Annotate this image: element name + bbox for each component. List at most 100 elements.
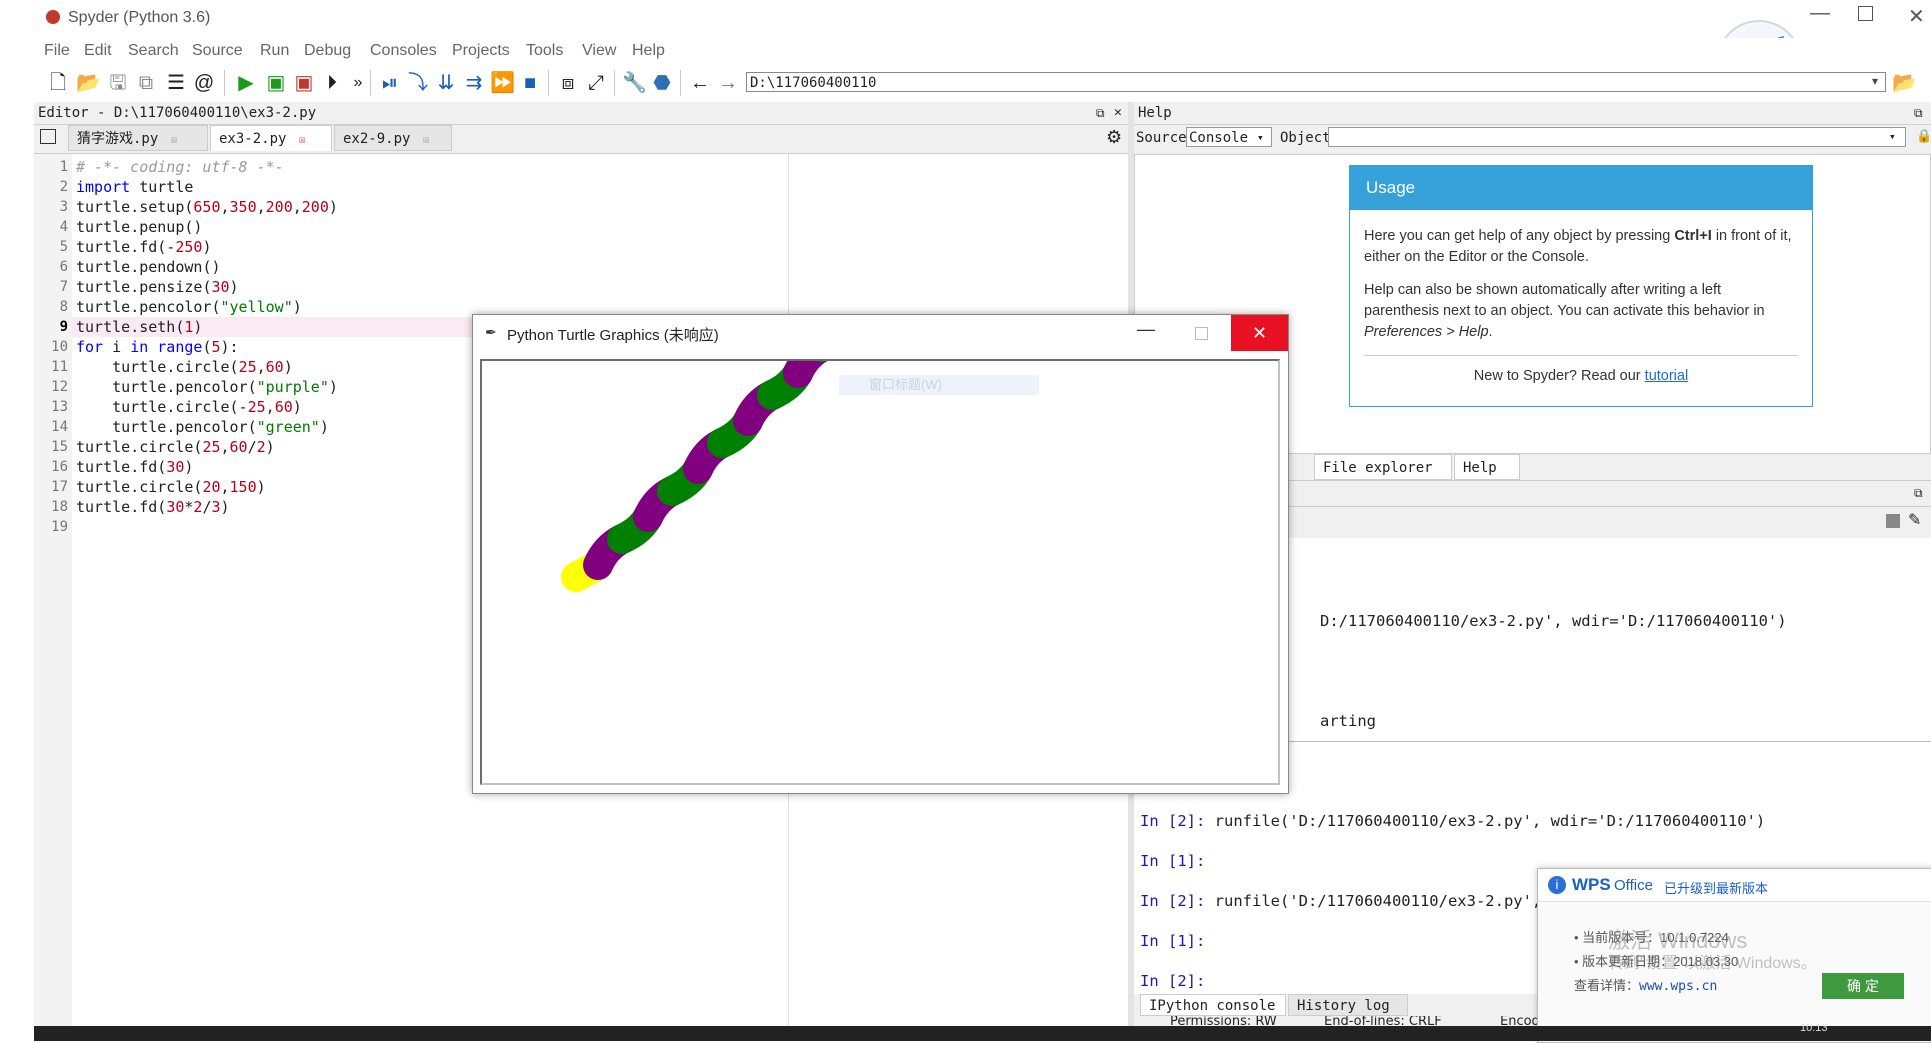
run-icon[interactable]: ▶	[234, 71, 258, 95]
tab-help[interactable]: Help	[1454, 454, 1520, 480]
menu-tools[interactable]: Tools	[526, 42, 563, 60]
wps-logo-office: Office	[1614, 877, 1653, 894]
code-text: # -*- coding: utf-8 -*- import turtle tu…	[76, 157, 338, 537]
menu-help[interactable]: Help	[632, 42, 665, 60]
code-token: circle	[175, 398, 230, 416]
code-token: setup	[139, 198, 185, 216]
minimize-icon[interactable]: —	[1810, 2, 1830, 25]
preferences-icon[interactable]: 🔧	[622, 71, 647, 95]
code-line: turtle.circle(-25,60)	[76, 397, 338, 417]
stop-debug-icon[interactable]: ■	[518, 71, 542, 95]
code-token: (	[247, 378, 257, 396]
new-file-icon[interactable]: 🗋	[46, 71, 70, 95]
code-token: )	[256, 478, 266, 496]
console-output: D:/117060400110/ex3-2.py', wdir='D:/1170…	[1320, 612, 1787, 630]
turtle-canvas[interactable]: 窗口标题(W)	[480, 359, 1280, 785]
open-file-icon[interactable]: 📂	[76, 71, 101, 95]
code-token: ,	[220, 478, 230, 496]
wps-details: 查看详情：www.wps.cn	[1574, 975, 1717, 994]
menu-edit[interactable]: Edit	[84, 42, 112, 60]
run-cell-icon[interactable]: ▣	[264, 71, 288, 95]
run-cell-advance-icon[interactable]: ▣	[292, 71, 316, 95]
python-path-icon[interactable]: ⬣	[650, 71, 674, 95]
menu-consoles[interactable]: Consoles	[370, 42, 437, 60]
code-token: turtle	[112, 398, 167, 416]
code-token: pendown	[139, 258, 203, 276]
object-input[interactable]: ▾	[1328, 127, 1906, 147]
lock-icon[interactable]: 🔒	[1916, 129, 1931, 144]
tab-ex3-2[interactable]: ex3-2.py ☒	[210, 125, 332, 151]
close-tab-icon[interactable]: ☒	[423, 133, 430, 146]
usage-paragraph: Help can also be shown automatically aft…	[1364, 280, 1798, 343]
gear-icon[interactable]: ⚙	[1106, 127, 1122, 148]
turtle-close-button[interactable]: ✕	[1231, 315, 1288, 351]
tab-history-log[interactable]: History log	[1288, 994, 1408, 1016]
text-span: Here you can get help of any object by p…	[1364, 228, 1675, 244]
background-window-edge	[0, 0, 35, 1041]
code-token: .	[130, 258, 140, 276]
tutorial-link[interactable]: tutorial	[1645, 368, 1689, 384]
stop-console-icon[interactable]	[1886, 514, 1900, 528]
step-into-icon[interactable]: ⇊	[434, 71, 458, 95]
undock-icon[interactable]: ⧉	[1914, 486, 1923, 501]
code-token: ,	[256, 198, 266, 216]
continue-icon[interactable]: ⏩	[490, 71, 515, 95]
forward-arrow-icon[interactable]: →	[716, 71, 740, 95]
menu-search[interactable]: Search	[128, 42, 179, 60]
code-token: turtle	[76, 318, 131, 336]
usage-paragraph: Here you can get help of any object by p…	[1364, 226, 1798, 268]
wps-link[interactable]: www.wps.cn	[1639, 979, 1717, 994]
menu-debug[interactable]: Debug	[304, 42, 351, 60]
maximize-icon[interactable]	[1858, 6, 1873, 21]
line-number: 12	[51, 379, 68, 395]
wps-header: i WPS Office 已升级到最新版本	[1538, 869, 1931, 902]
undock-icon[interactable]: ⧉	[1096, 102, 1105, 124]
turtle-window-title: Python Turtle Graphics (未响应)	[507, 327, 719, 344]
tab-guess-game[interactable]: 猜字游戏.py ☒	[68, 125, 208, 151]
close-pane-icon[interactable]: ✕	[1114, 102, 1122, 124]
file-list-icon[interactable]: ☰	[164, 71, 188, 95]
maximize-pane-icon[interactable]: ⧈	[556, 71, 580, 95]
tab-ex2-9[interactable]: ex2-9.py ☒	[334, 125, 452, 151]
close-icon[interactable]: ✕	[1908, 4, 1925, 29]
run-selection-icon[interactable]: ⏵	[320, 71, 344, 95]
code-token: )	[265, 438, 275, 456]
save-icon[interactable]: 🖫	[106, 71, 130, 95]
menu-view[interactable]: View	[582, 42, 616, 60]
code-token: 2	[256, 438, 266, 456]
menu-run[interactable]: Run	[260, 42, 289, 60]
eraser-icon[interactable]: ✎	[1908, 510, 1921, 530]
close-tab-icon[interactable]: ☒	[171, 133, 178, 146]
email-icon[interactable]: @	[192, 71, 216, 95]
ok-button[interactable]: 确 定	[1822, 973, 1904, 999]
spyder-logo-icon	[46, 10, 60, 24]
more-run-icon[interactable]: »	[346, 71, 370, 95]
menu-source[interactable]: Source	[192, 42, 243, 60]
chevron-down-icon[interactable]: ▾	[1872, 74, 1878, 88]
step-return-icon[interactable]: ⇉	[462, 71, 486, 95]
console-prompt: In [2]:	[1140, 812, 1215, 830]
undock-icon[interactable]: ⧉	[1914, 102, 1923, 124]
menu-file[interactable]: File	[44, 42, 70, 60]
shortcut-text: Ctrl+I	[1674, 228, 1712, 244]
object-label: Object	[1280, 130, 1331, 146]
maximize-icon[interactable]	[1195, 327, 1208, 340]
save-all-icon[interactable]: ⧉	[134, 71, 158, 95]
tab-file-explorer[interactable]: File explorer	[1314, 454, 1452, 480]
tab-ipython-console[interactable]: IPython console	[1140, 994, 1286, 1016]
source-select[interactable]: Console ▾	[1186, 127, 1272, 147]
code-line: turtle.seth(1)	[76, 317, 338, 337]
turtle-graphics-window[interactable]: ✒ Python Turtle Graphics (未响应) — ✕ 窗口标题(…	[472, 314, 1289, 794]
debug-icon[interactable]: ⏯	[378, 71, 402, 95]
browse-folder-icon[interactable]: 📂	[1892, 71, 1917, 95]
fullscreen-icon[interactable]: ⤢	[584, 71, 608, 95]
back-arrow-icon[interactable]: ←	[688, 71, 712, 95]
menu-projects[interactable]: Projects	[452, 42, 510, 60]
minimize-icon[interactable]: —	[1137, 319, 1155, 340]
step-icon[interactable]: ⤵	[406, 71, 430, 95]
code-token: i	[112, 338, 122, 356]
working-directory-field[interactable]: D:\117060400110	[746, 72, 1886, 92]
close-tab-icon[interactable]: ☒	[299, 133, 306, 146]
browse-tabs-icon[interactable]	[40, 129, 56, 144]
